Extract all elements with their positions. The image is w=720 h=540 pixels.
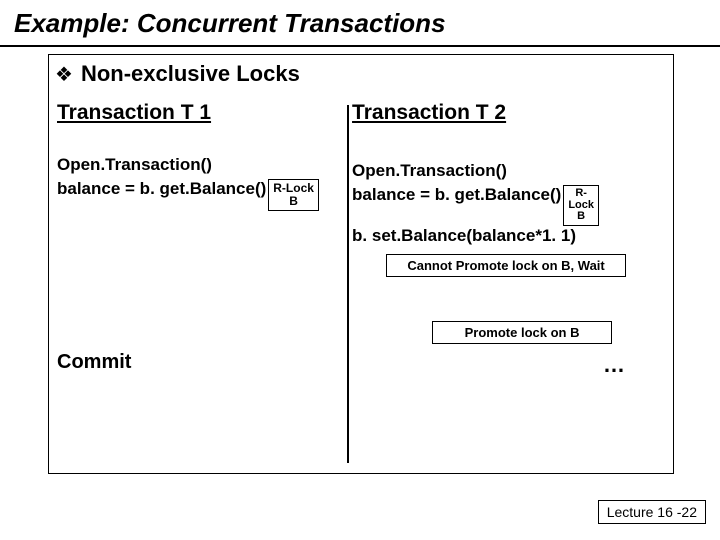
rlock-t1-l1: R-Lock [273,181,314,195]
t2-getbalance: balance = b. get.Balance() [352,185,561,205]
diamond-bullet-icon: ❖ [55,62,73,87]
rlock-badge-t2: R- Lock B [563,185,599,226]
ellipsis: … [352,352,665,378]
note-cannot-promote: Cannot Promote lock on B, Wait [386,254,626,277]
bullet-text: Non-exclusive Locks [81,61,300,87]
bullet-row: ❖ Non-exclusive Locks [49,55,673,87]
slide-title: Example: Concurrent Transactions [0,0,720,47]
column-t2: Transaction T 2 Open.Transaction() balan… [346,101,665,378]
t1-getbalance-row: balance = b. get.Balance() R-Lock B [57,179,346,211]
t1-heading: Transaction T 1 [57,101,346,125]
t2-heading: Transaction T 2 [352,101,665,125]
t2-getbalance-row: balance = b. get.Balance() R- Lock B [352,185,665,226]
t2-setbalance: b. set.Balance(balance*1. 1) [352,226,665,246]
note-promote: Promote lock on B [432,321,612,344]
column-t1: Transaction T 1 Open.Transaction() balan… [57,101,346,378]
rlock-badge-t1: R-Lock B [268,179,319,211]
t2-body: Open.Transaction() balance = b. get.Bala… [352,161,665,378]
rlock-t2-l3: B [577,210,585,222]
lecture-number-badge: Lecture 16 -22 [598,500,706,524]
t1-getbalance: balance = b. get.Balance() [57,179,266,199]
rlock-t1-l2: B [289,194,298,208]
content-frame: ❖ Non-exclusive Locks Transaction T 1 Op… [48,54,674,474]
columns: Transaction T 1 Open.Transaction() balan… [49,87,673,378]
t1-open: Open.Transaction() [57,155,346,175]
t1-commit: Commit [57,351,346,374]
t2-open: Open.Transaction() [352,161,665,181]
rlock-t2-l1: R- [575,187,587,199]
rlock-t2-l2: Lock [568,199,594,211]
